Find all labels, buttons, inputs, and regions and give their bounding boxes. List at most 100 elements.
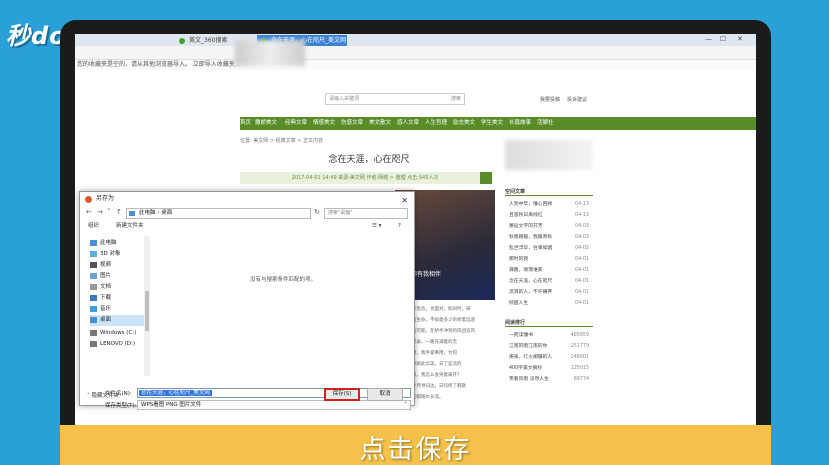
item-title: 人到中年，懂心回顾	[509, 202, 553, 207]
list-item[interactable]: 流浪的人，不许嫌弃 04-01	[509, 287, 591, 298]
forward-icon[interactable]: →	[97, 208, 103, 216]
site-search-input[interactable]: 请输入关键词 搜索	[325, 93, 465, 105]
item-title: 一苑读懂书	[509, 333, 533, 338]
list-item[interactable]: 念在天涯，心在咫尺 04-01	[509, 276, 591, 287]
list-item[interactable]: 乱世浮华，往事如烟 04-02	[509, 243, 591, 254]
sidebar-banner	[505, 140, 593, 170]
list-item[interactable]: 人到中年，懂心回顾 04-13	[509, 199, 591, 210]
nav-item[interactable]: 感人文章	[397, 117, 419, 130]
article-line: 每一寸思念，也面对，如同时，抹	[403, 307, 471, 312]
refresh-icon[interactable]: ↻	[314, 208, 320, 216]
article-line: 回忆出生命，不如意多少的牵着远遥	[403, 318, 475, 323]
recent-chevron-icon[interactable]: ˅	[107, 208, 111, 216]
path-breadcrumb[interactable]: 此电脑 › 桌面	[126, 208, 311, 219]
item-date: 04-01	[575, 279, 589, 284]
tree-item[interactable]: 下载	[90, 293, 146, 304]
nav-item[interactable]: 人生哲理	[425, 117, 447, 130]
path-segment[interactable]: 此电脑	[139, 210, 156, 216]
minimize-icon[interactable]: —	[705, 35, 712, 43]
new-folder-button[interactable]: 新建文件夹	[116, 220, 144, 233]
tree-label: 音乐	[100, 306, 112, 312]
tree-label: 此电脑	[100, 240, 117, 246]
site-logo[interactable]	[235, 40, 305, 66]
sidebar: 空间文章 人到中年，懂心回顾 04-13 且思秋日离线红 04-13 邂逅文字的芬芳…	[505, 130, 595, 430]
filename-input[interactable]: 念在天涯，心在咫尺_美文网	[137, 388, 411, 398]
tree-label: 下载	[100, 295, 112, 301]
tree-item[interactable]: 音乐	[90, 304, 146, 315]
nav-item[interactable]: 撒娇美文	[255, 117, 277, 130]
filetype-label: 保存类型(T):	[105, 403, 137, 409]
scroll-thumb[interactable]	[145, 291, 149, 331]
tree-item[interactable]: 图片	[90, 271, 146, 282]
item-date: 04-03	[575, 235, 589, 240]
empty-message: 没有与搜索条件匹配的项。	[249, 277, 316, 283]
list-item[interactable]: 倾国人生 04-01	[509, 298, 591, 309]
nav-item[interactable]: 美文散文	[369, 117, 391, 130]
nav-item[interactable]: 首页	[240, 117, 251, 130]
tree-item[interactable]: 桌面	[90, 315, 146, 326]
tree-item[interactable]: 文档	[90, 282, 146, 293]
dialog-title: 另存为	[96, 195, 115, 202]
nav-item[interactable]: 活脚社	[537, 117, 554, 130]
list-item[interactable]: 笑看风雨 淡然人生 89774	[509, 374, 591, 385]
list-item[interactable]: 一苑读懂书 485859	[509, 330, 591, 341]
nav-item[interactable]: 学生美文	[481, 117, 503, 130]
tree-item[interactable]: 此电脑	[90, 238, 146, 249]
list-item[interactable]: 庚来，灯火阑珊的人 248001	[509, 352, 591, 363]
item-title: 那时的我	[509, 257, 529, 262]
close-window-icon[interactable]: ✕	[737, 35, 743, 43]
item-count: 485859	[570, 333, 589, 338]
item-date: 04-01	[575, 268, 589, 273]
tree-item[interactable]: Windows (C:)	[90, 328, 146, 339]
tab-bar: 美文_360搜索 念在天涯，心在咫尺_美文网 — ☐ ✕	[75, 34, 756, 46]
nav-item[interactable]: 伤感文章	[341, 117, 363, 130]
tree-item[interactable]: 3D 对象	[90, 249, 146, 260]
dialog-search-input[interactable]: 搜索"桌面"	[324, 208, 408, 219]
search-button[interactable]: 搜索	[451, 94, 461, 104]
up-icon[interactable]: ↑	[116, 208, 122, 216]
list-item[interactable]: 驿路，情落谁家 04-01	[509, 265, 591, 276]
item-date: 04-01	[575, 301, 589, 306]
list-item[interactable]: 秋雨踏磕，我跟青秋 04-03	[509, 232, 591, 243]
drive-icon	[90, 341, 97, 347]
computer-icon	[129, 211, 135, 216]
filename-value: 念在天涯，心在咫尺_美文网	[139, 390, 212, 396]
drive-icon	[90, 330, 97, 336]
list-item[interactable]: 那时的我 04-01	[509, 254, 591, 265]
meta-button[interactable]	[480, 172, 492, 184]
item-title: 念在天涯，心在咫尺	[509, 279, 553, 284]
list-item[interactable]: 且思秋日离线红 04-13	[509, 210, 591, 221]
article-line: 相遇纪录，一路充满着的无	[403, 340, 457, 345]
chevron-down-icon: ˅	[404, 402, 407, 408]
organize-menu[interactable]: 组织	[88, 220, 99, 233]
item-title: 庚来，灯火阑珊的人	[509, 355, 553, 360]
filetype-select[interactable]: WPS看图 PNG 图片文件 ˅	[137, 400, 411, 410]
dialog-nav: ← → ˅ ↑ 此电脑 › 桌面 ↻ 搜索"桌面"	[80, 206, 414, 220]
view-options-icon[interactable]: ☰ ▾	[372, 220, 381, 233]
article-line: 来，步月寻归边，日均终了麻歌	[403, 384, 466, 389]
maximize-icon[interactable]: ☐	[720, 35, 726, 43]
article-line: 开到的可能，在桥手冲到的风团追风	[403, 329, 475, 334]
dialog-toolbar: 组织 新建文件夹 ☰ ▾ ?	[80, 220, 414, 233]
nav-item[interactable]: 经典文章	[285, 117, 307, 130]
item-date: 04-02	[575, 246, 589, 251]
complaint-link[interactable]: 投诉建议	[567, 96, 587, 103]
back-icon[interactable]: ←	[86, 208, 92, 216]
path-segment[interactable]: 桌面	[161, 210, 172, 216]
tree-label: 文档	[100, 284, 112, 290]
contribute-link[interactable]: 我要投稿	[540, 96, 560, 103]
nav-item[interactable]: 长篇故事	[509, 117, 531, 130]
list-item[interactable]: 400字美文摘抄 125015	[509, 363, 591, 374]
list-item[interactable]: 江南的雨江南的你 251779	[509, 341, 591, 352]
document-icon	[90, 284, 97, 290]
breadcrumb: 位置: 美文网 > 经典文章 > 正文内容	[240, 138, 324, 144]
tree-item[interactable]: 视频	[90, 260, 146, 271]
download-icon	[90, 295, 97, 301]
help-icon[interactable]: ?	[398, 220, 401, 233]
address-bar[interactable]	[75, 46, 756, 60]
nav-item[interactable]: 情感美文	[313, 117, 335, 130]
list-item[interactable]: 邂逅文字的芬芳 04-03	[509, 221, 591, 232]
tree-item[interactable]: LENOVO (D:)	[90, 339, 146, 350]
nav-item[interactable]: 励志美文	[453, 117, 475, 130]
tree-scrollbar[interactable]	[144, 236, 150, 376]
